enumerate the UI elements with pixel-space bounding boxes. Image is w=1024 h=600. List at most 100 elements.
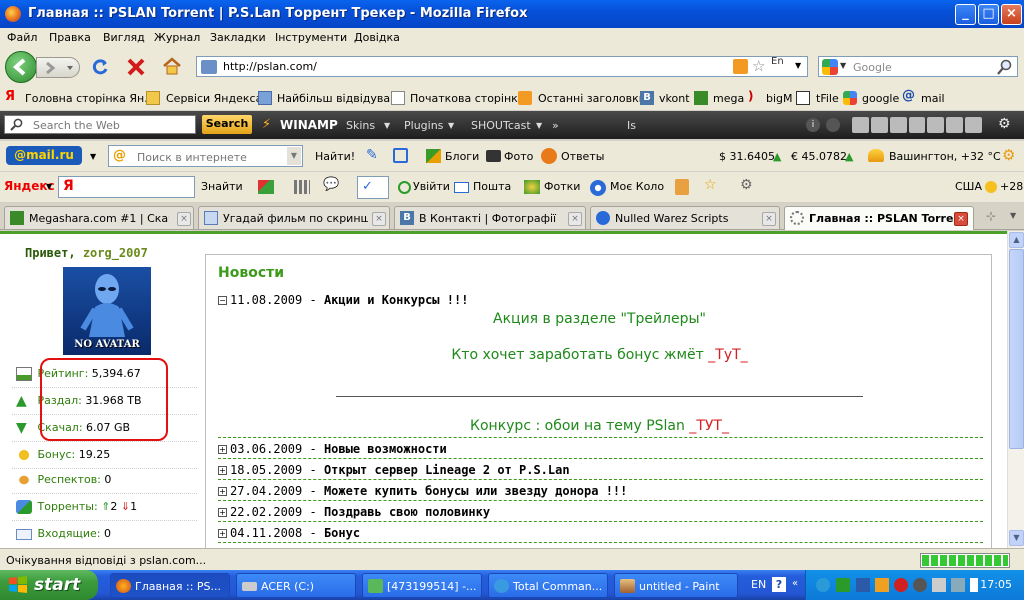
winamp-skins-menu[interactable]: Skins xyxy=(346,119,375,132)
news-item[interactable]: +04.11.2008 - Бонус xyxy=(218,526,360,540)
bookmark-latest-headlines[interactable]: Останні заголовки xyxy=(538,92,646,105)
taskbar-firefox[interactable]: Главная :: PS... xyxy=(110,573,230,598)
tab-megashara[interactable]: Megashara.com #1 | Скач... × xyxy=(4,206,194,229)
scroll-up-icon[interactable]: ▲ xyxy=(1009,232,1024,248)
avatar[interactable]: NO AVATAR xyxy=(63,267,151,355)
tab-list-icon[interactable]: ▼ xyxy=(1010,211,1016,220)
reload-icon[interactable] xyxy=(90,57,110,77)
menu-file[interactable]: Файл xyxy=(7,31,37,44)
contest-link[interactable]: _ТУТ_ xyxy=(689,418,729,434)
bookmark-mega[interactable]: mega xyxy=(713,92,744,105)
language-indicator[interactable]: EN xyxy=(751,578,766,591)
mailru-search-input[interactable]: @ Поиск в интернете ▼ xyxy=(108,145,303,167)
yandex-photos-link[interactable]: Фотки xyxy=(544,180,580,193)
clock[interactable]: 17:05 xyxy=(980,578,1012,591)
google-icon[interactable] xyxy=(822,59,838,75)
winamp-brand[interactable]: WINAMP xyxy=(280,118,338,132)
tab-close-icon[interactable]: × xyxy=(568,212,582,226)
window-title-bar[interactable]: Главная :: PSLAN Torrent | P.S.Lan Торре… xyxy=(0,0,1024,28)
chevron-down-icon[interactable]: ▼ xyxy=(46,182,52,191)
yandex-mail-link[interactable]: Пошта xyxy=(473,180,511,193)
mailru-blogs-link[interactable]: Блоги xyxy=(445,150,479,163)
play-icon[interactable] xyxy=(889,117,907,133)
more-chevron-icon[interactable]: » xyxy=(552,119,559,132)
star-icon[interactable]: ☆ xyxy=(752,57,765,75)
search-box[interactable]: ▼ Google xyxy=(818,56,1018,77)
gear-icon[interactable]: ⚙ xyxy=(740,177,753,193)
news-item[interactable]: +22.02.2009 - Поздравь свою половинку xyxy=(218,505,490,519)
bookmark-start-page[interactable]: Початкова сторінка xyxy=(410,92,525,105)
yandex-circle-link[interactable]: Моє Коло xyxy=(610,180,664,193)
menu-tools[interactable]: Інструменти xyxy=(275,31,347,44)
bag-icon[interactable] xyxy=(675,179,689,195)
tab-close-icon[interactable]: × xyxy=(762,212,776,226)
help-icon[interactable]: ? xyxy=(772,577,786,592)
quicklaunch-chevron-icon[interactable]: « xyxy=(792,578,798,589)
bookmark-tfile[interactable]: tFile xyxy=(816,92,839,105)
back-button[interactable] xyxy=(5,51,37,83)
bookmark-google[interactable]: google xyxy=(862,92,899,105)
maximize-button[interactable]: □ xyxy=(978,4,999,25)
scroll-down-icon[interactable]: ▼ xyxy=(1009,530,1024,546)
news-item[interactable]: +27.04.2009 - Можете купить бонусы или з… xyxy=(218,484,627,498)
collapse-icon[interactable]: − xyxy=(218,296,227,305)
info-icon[interactable]: i xyxy=(806,118,820,132)
pencil-icon[interactable]: ✎ xyxy=(366,147,378,163)
menu-bookmarks[interactable]: Закладки xyxy=(210,31,266,44)
news-item[interactable]: +03.06.2009 - Новые возможности xyxy=(218,442,447,456)
tab-vkontakte[interactable]: B В Контакті | Фотографії × xyxy=(394,206,586,229)
yandex-find-button[interactable]: Знайти xyxy=(201,180,243,193)
tab-guess-film[interactable]: Угадай фильм по скриншо... × xyxy=(198,206,390,229)
translate-badge[interactable]: En xyxy=(771,56,784,67)
tray-icon[interactable] xyxy=(856,578,870,592)
spellcheck-button[interactable]: ✓ xyxy=(357,176,389,199)
news-item-open[interactable]: −11.08.2009 - Акции и Конкурсы !!! xyxy=(218,293,468,307)
mailru-photo-link[interactable]: Фото xyxy=(504,150,533,163)
star-icon[interactable]: ☆ xyxy=(704,177,717,193)
web-search-button[interactable]: Search xyxy=(202,115,252,134)
expand-icon[interactable]: + xyxy=(218,466,227,475)
winamp-plugins-menu[interactable]: Plugins xyxy=(404,119,443,132)
tray-icon[interactable] xyxy=(875,578,889,592)
username-link[interactable]: zorg_2007 xyxy=(83,246,148,260)
tray-icon[interactable] xyxy=(932,578,946,592)
rewind-icon[interactable] xyxy=(870,117,888,133)
promo-bonus-link[interactable]: _ТуТ_ xyxy=(708,347,747,363)
yandex-login-link[interactable]: Увійти xyxy=(413,180,450,193)
tray-icon[interactable] xyxy=(836,578,850,592)
mailru-answers-link[interactable]: Ответы xyxy=(561,150,604,163)
close-button[interactable]: × xyxy=(1001,4,1022,25)
bookmark-vkont[interactable]: vkont xyxy=(659,92,690,105)
yandex-search-input[interactable]: Я xyxy=(58,176,195,198)
mailru-logo[interactable]: @mail.ru xyxy=(6,146,82,165)
expand-icon[interactable]: + xyxy=(218,445,227,454)
tab-scroll-icon[interactable]: ⊹ xyxy=(986,209,996,223)
chevron-down-icon[interactable]: ▼ xyxy=(90,152,96,161)
taskbar-total-commander[interactable]: Total Comman... xyxy=(488,573,608,598)
taskbar-chat[interactable]: [473199514] -... xyxy=(362,573,482,598)
tray-icon[interactable] xyxy=(894,578,908,592)
engine-dropdown-icon[interactable]: ▼ xyxy=(840,61,846,70)
bookmark-yandex-home[interactable]: Головна сторінка Ян... xyxy=(25,92,155,105)
expand-icon[interactable]: + xyxy=(218,487,227,496)
start-button[interactable]: start xyxy=(0,570,98,600)
taskbar-acer-drive[interactable]: ACER (C:) xyxy=(236,573,356,598)
scroll-thumb[interactable] xyxy=(1009,249,1024,449)
gear-icon[interactable]: ⚙ xyxy=(998,116,1011,132)
tray-icon[interactable] xyxy=(951,578,965,592)
inbox-label[interactable]: Входящие: xyxy=(38,527,101,540)
bookmark-mail[interactable]: mail xyxy=(921,92,945,105)
tab-close-icon[interactable]: × xyxy=(177,212,191,226)
stop-icon[interactable] xyxy=(126,57,146,77)
tab-close-icon[interactable]: × xyxy=(954,212,968,226)
rss-icon[interactable] xyxy=(733,59,748,74)
next-icon[interactable] xyxy=(946,117,964,133)
lookup-icon[interactable] xyxy=(826,118,840,132)
menu-help[interactable]: Довідка xyxy=(354,31,400,44)
chevron-down-icon[interactable]: ▼ xyxy=(287,147,301,165)
marker-icon[interactable] xyxy=(258,180,274,194)
forward-button[interactable] xyxy=(36,57,80,78)
menu-view[interactable]: Вигляд xyxy=(103,31,145,44)
screen-icon[interactable] xyxy=(393,148,408,163)
tray-icon[interactable] xyxy=(816,578,830,592)
